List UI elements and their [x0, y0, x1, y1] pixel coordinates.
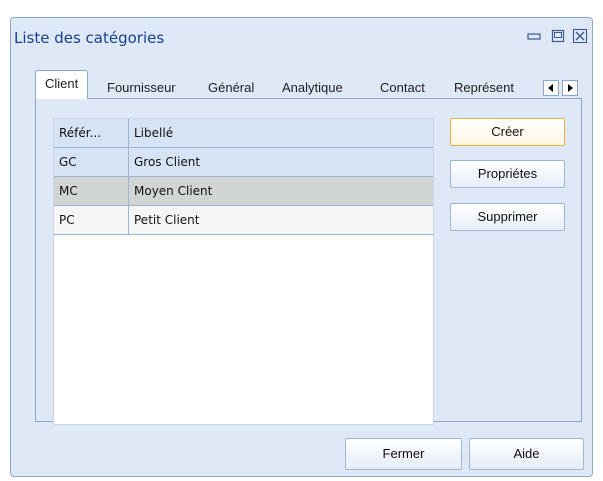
row-label: Petit Client — [134, 213, 200, 227]
row-reference: GC — [54, 148, 129, 176]
properties-button[interactable]: Propriétes — [450, 160, 565, 188]
tab-strip: Client Fournisseur Général Analytique Co… — [11, 70, 592, 100]
tab-contact[interactable]: Contact — [380, 78, 425, 98]
restore-icon[interactable] — [549, 27, 567, 45]
close-button[interactable]: Fermer — [345, 438, 462, 470]
delete-button[interactable]: Supprimer — [450, 203, 565, 231]
tab-scroll-right-button[interactable] — [562, 80, 578, 96]
minimize-icon[interactable] — [525, 27, 543, 45]
window-title: Liste des catégories — [14, 29, 165, 47]
create-button[interactable]: Créer — [450, 118, 565, 146]
close-icon[interactable] — [571, 27, 589, 45]
triangle-left-icon — [548, 84, 553, 92]
row-reference: PC — [54, 206, 129, 234]
triangle-right-icon — [568, 84, 573, 92]
column-header-libelle[interactable]: Libellé — [129, 119, 433, 147]
row-label: Moyen Client — [134, 184, 213, 198]
row-label: Gros Client — [134, 155, 201, 169]
categories-window: Liste des catégories Client Fournisseur … — [10, 17, 593, 477]
tab-fournisseur[interactable]: Fournisseur — [107, 78, 176, 98]
tab-analytique[interactable]: Analytique — [282, 78, 343, 98]
table-row[interactable]: GC Gros Client — [54, 148, 433, 177]
help-button[interactable]: Aide — [469, 438, 584, 470]
column-header-reference[interactable]: Référ... — [54, 119, 129, 147]
tab-scroll-left-button[interactable] — [543, 80, 559, 96]
table-row[interactable]: MC Moyen Client — [54, 177, 433, 206]
grid-header-row: Référ... Libellé — [54, 119, 433, 148]
tab-panel-client: Référ... Libellé GC Gros Client MC Moyen… — [35, 98, 582, 425]
tab-general[interactable]: Général — [208, 78, 254, 98]
categories-grid: Référ... Libellé GC Gros Client MC Moyen… — [53, 118, 434, 425]
row-reference: MC — [54, 177, 129, 205]
tab-client[interactable]: Client — [35, 70, 89, 99]
tab-representant[interactable]: Représent — [454, 78, 514, 98]
table-row[interactable]: PC Petit Client — [54, 206, 433, 235]
